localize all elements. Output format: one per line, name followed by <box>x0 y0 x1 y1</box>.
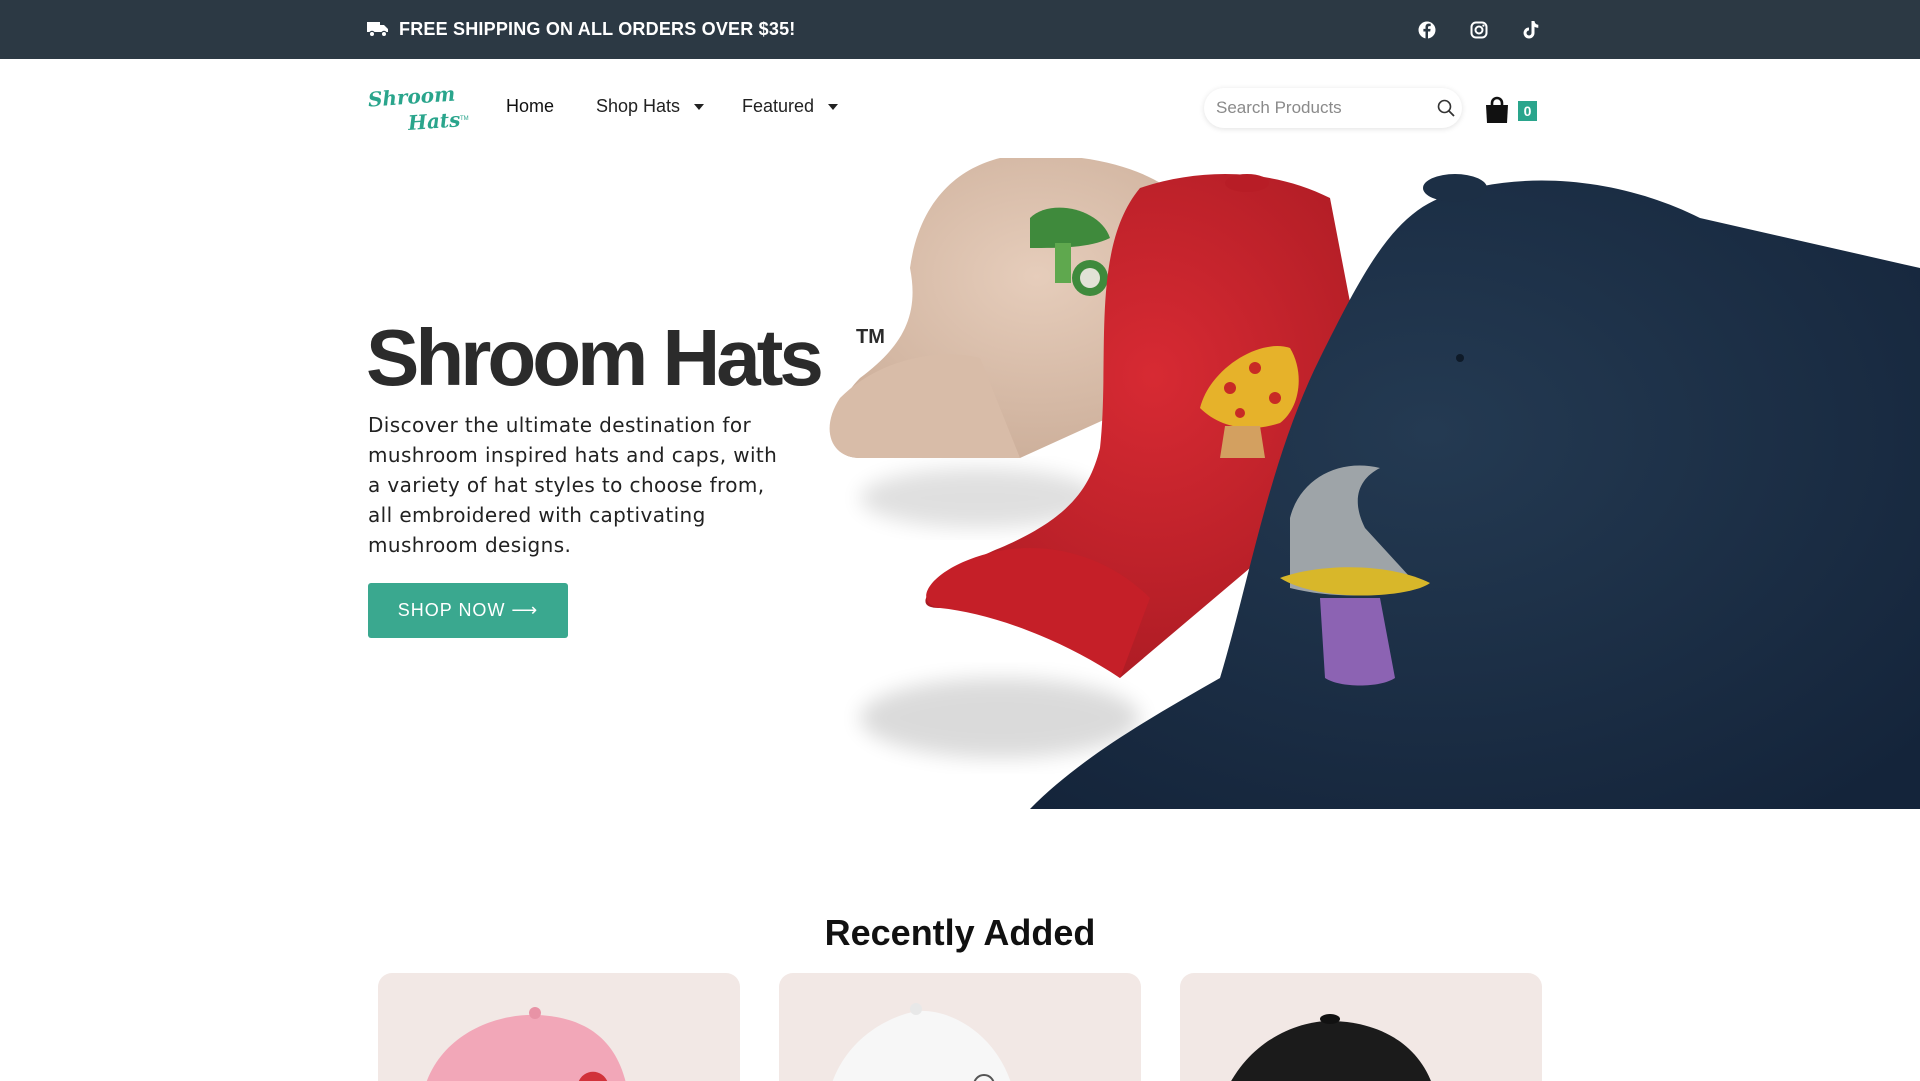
search-icon[interactable] <box>1437 97 1455 119</box>
nav-home-label: Home <box>506 96 555 116</box>
nav-featured-label: Featured <box>742 96 815 116</box>
svg-text:TM: TM <box>460 116 469 122</box>
chevron-down-icon <box>694 103 705 110</box>
search-box <box>1204 88 1462 128</box>
product-image-pink-cap <box>426 1007 626 1081</box>
product-image-black-cap <box>1231 1014 1431 1081</box>
hero-description: Discover the ultimate destination for mu… <box>368 413 778 557</box>
nav-home[interactable]: Home <box>506 96 554 117</box>
shop-now-button[interactable]: SHOP NOW ⟶ <box>368 583 568 638</box>
shroom-hats-logo[interactable]: Shroom Hats TM <box>366 82 470 135</box>
hero-title: Shroom Hats <box>366 313 824 402</box>
chevron-down-icon <box>828 103 839 110</box>
product-image-white-cap <box>832 1003 1011 1081</box>
search-input[interactable] <box>1216 98 1437 118</box>
product-card[interactable] <box>1180 973 1542 1081</box>
svg-text:Shroom: Shroom <box>367 84 456 112</box>
instagram-icon[interactable] <box>1467 18 1491 42</box>
product-card[interactable] <box>779 973 1141 1081</box>
cart-count-badge: 0 <box>1518 101 1537 121</box>
hero-hats-image <box>829 158 1920 809</box>
product-card[interactable] <box>378 973 740 1081</box>
svg-text:Hats: Hats <box>406 107 461 134</box>
tiktok-icon[interactable] <box>1519 18 1543 42</box>
truck-icon <box>367 22 388 38</box>
promo-bar: FREE SHIPPING ON ALL ORDERS OVER $35! <box>0 0 1920 59</box>
cart-button[interactable]: 0 <box>1484 94 1540 126</box>
nav-shop-hats[interactable]: Shop Hats <box>596 96 705 117</box>
nav-shop-hats-label: Shop Hats <box>596 96 681 116</box>
shopping-bag-icon <box>1486 96 1508 123</box>
facebook-icon[interactable] <box>1415 18 1439 42</box>
promo-banner: FREE SHIPPING ON ALL ORDERS OVER $35! <box>367 16 795 42</box>
nav-featured[interactable]: Featured <box>742 96 839 117</box>
promo-text: FREE SHIPPING ON ALL ORDERS OVER $35! <box>399 18 796 39</box>
recently-added-title: Recently Added <box>824 912 1096 953</box>
